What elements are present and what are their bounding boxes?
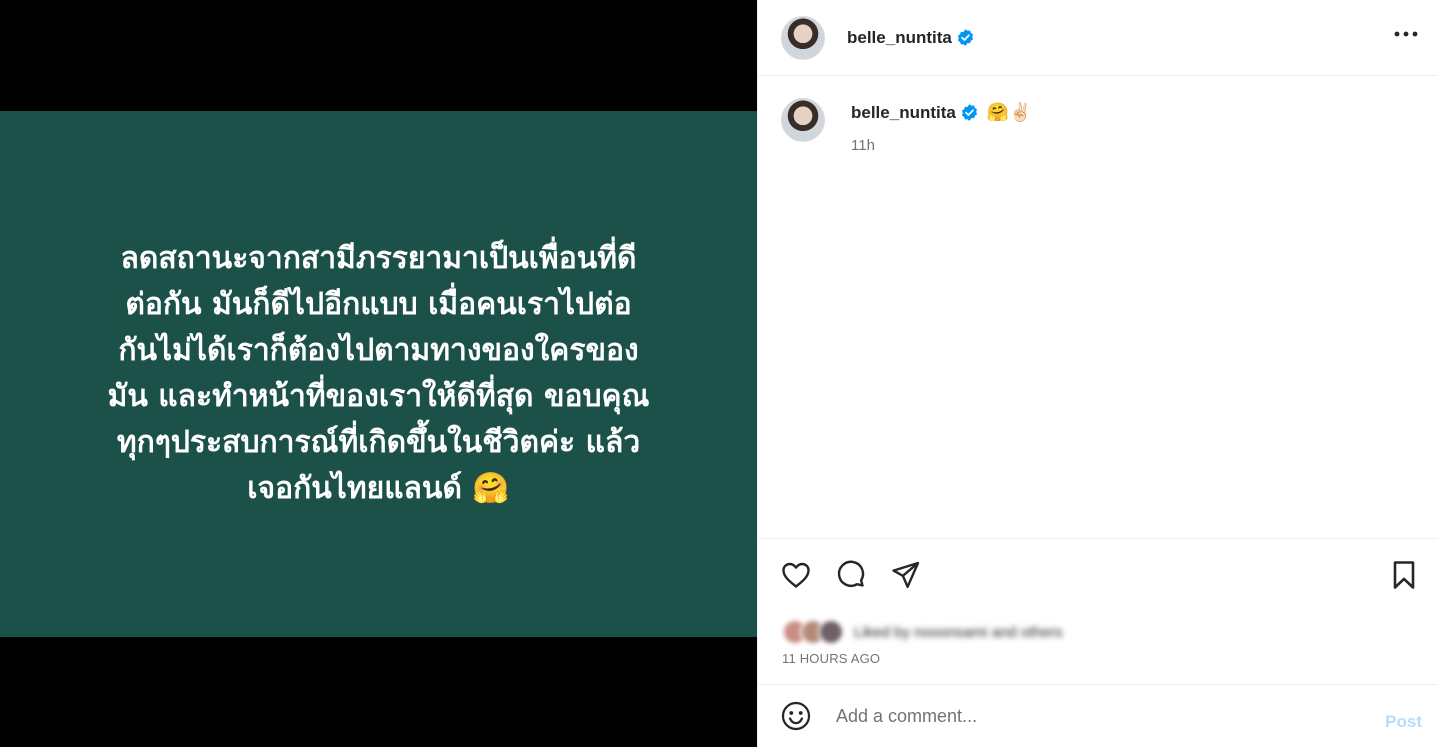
share-icon[interactable]	[890, 559, 922, 591]
post-actions-section: Liked by nooonsami and others 11 HOURS A…	[758, 538, 1438, 666]
likes-summary[interactable]: Liked by nooonsami and others	[782, 619, 1062, 645]
caption-line: belle_nuntita 🤗✌🏻	[851, 102, 1032, 123]
media-caption-line: ทุกๆประสบการณ์ที่เกิดขึ้นในชีวิตค่ะ แล้ว	[116, 425, 641, 460]
post-side-panel: belle_nuntita belle_nuntita 🤗✌🏻 11h Like…	[757, 0, 1438, 747]
bookmark-icon[interactable]	[1388, 559, 1420, 591]
post-media: ลดสถานะจากสามีภรรยามาเป็นเพื่อนที่ดี ต่อ…	[0, 0, 757, 747]
verified-badge-icon	[961, 104, 977, 121]
author-username[interactable]: belle_nuntita	[847, 28, 952, 48]
post-comment-button[interactable]: Post	[1385, 712, 1422, 732]
post-header: belle_nuntita	[758, 0, 1438, 76]
comment-input[interactable]	[836, 705, 1356, 727]
caption-avatar[interactable]	[781, 98, 825, 142]
media-caption-line: กันไม่ได้เราก็ต้องไปตามทางของใครของ	[118, 333, 639, 368]
liker-avatars	[782, 619, 848, 645]
caption-text: 🤗✌🏻	[986, 102, 1032, 123]
caption-username[interactable]: belle_nuntita	[851, 103, 956, 123]
post-caption: belle_nuntita 🤗✌🏻 11h	[781, 98, 1421, 154]
media-text-card: ลดสถานะจากสามีภรรยามาเป็นเพื่อนที่ดี ต่อ…	[0, 111, 757, 637]
media-caption-line: มัน และทำหน้าที่ของเราให้ดีที่สุด ขอบคุณ	[107, 379, 650, 414]
media-caption-line: ต่อกัน มันก็ดีไปอีกแบบ เมื่อคนเราไปต่อ	[125, 287, 632, 322]
caption-body: belle_nuntita 🤗✌🏻 11h	[851, 98, 1032, 154]
media-caption-line: เจอกันไทยแลนด์ 🤗	[247, 471, 510, 506]
more-options-icon[interactable]	[1393, 24, 1419, 44]
media-caption-text: ลดสถานะจากสามีภรรยามาเป็นเพื่อนที่ดี ต่อ…	[49, 236, 709, 512]
liker-avatar	[818, 619, 844, 645]
comment-icon[interactable]	[835, 559, 867, 591]
action-bar	[780, 559, 1420, 591]
heart-icon[interactable]	[780, 559, 812, 591]
comment-bar: Post	[758, 684, 1438, 747]
likes-text: Liked by nooonsami and others	[854, 623, 1063, 641]
media-caption-line: ลดสถานะจากสามีภรรยามาเป็นเพื่อนที่ดี	[120, 241, 637, 276]
emoji-picker-icon[interactable]	[780, 700, 812, 732]
caption-timestamp[interactable]: 11h	[851, 137, 1032, 154]
author-avatar[interactable]	[781, 15, 825, 60]
verified-badge-icon	[957, 29, 973, 46]
post-time-ago[interactable]: 11 HOURS AGO	[782, 651, 880, 666]
